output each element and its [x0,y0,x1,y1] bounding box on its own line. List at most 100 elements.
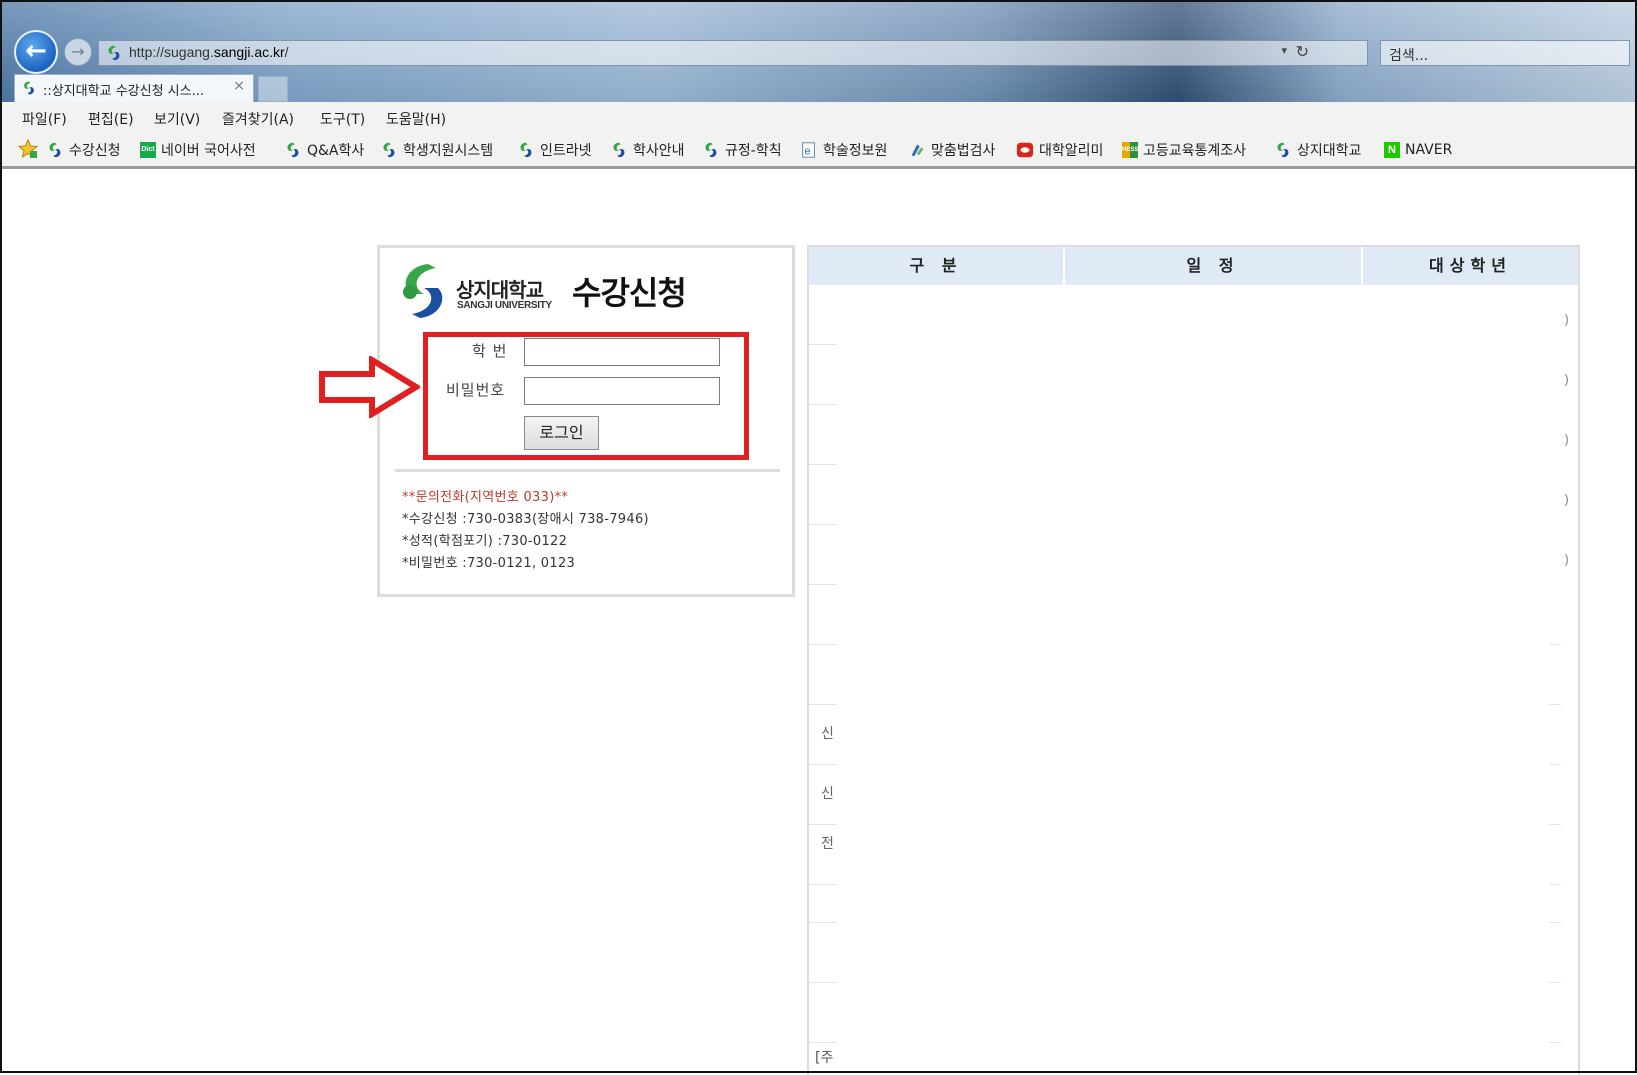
student-id-input[interactable] [524,338,720,366]
sangji-logo-icon [287,142,299,158]
menu-file[interactable]: 파일(F) [22,109,67,129]
row-paren: ) [1564,313,1570,328]
contact-line-grades: *성적(학점포기) :730-0122 [402,534,568,549]
menu-view[interactable]: 보기(V) [154,109,200,129]
favorite-regulations[interactable]: 규정-학칙 [702,140,782,160]
menu-edit[interactable]: 편집(E) [88,109,134,129]
schedule-table-header: 구 분 일 정 대상학년 [809,247,1578,285]
sangji-logo-icon [520,142,532,158]
sangji-logo-icon [613,142,625,158]
close-tab-icon[interactable]: × [233,78,245,94]
sangji-logo-icon [705,142,717,158]
menu-bar: 파일(F) 편집(E) 보기(V) 즐겨찾기(A) 도구(T) 도움말(H) [2,102,1635,132]
red-arrow-icon [319,356,420,418]
search-box[interactable]: 검색... [1380,40,1630,66]
row-divider [1549,982,1561,983]
address-bar[interactable]: http://sugang.sangji.ac.kr/ ▾ ↻ [98,40,1368,66]
row-divider [809,704,837,705]
row-divider [809,1042,837,1043]
sangji-logo-icon [1277,142,1289,158]
favorite-sangji-univ[interactable]: 상지대학교 [1274,140,1361,160]
site-favicon-icon [108,45,120,61]
row-divider [809,922,837,923]
contact-line-password: *비밀번호 :730-0121, 0123 [402,556,576,571]
row-divider [809,764,837,765]
row-divider [1549,644,1561,645]
favorite-naver[interactable]: N NAVER [1384,140,1452,160]
contact-line-registration: *수강신청 :730-0383(장애시 738-7946) [402,512,649,527]
column-header-schedule: 일 정 [1063,247,1361,285]
forward-button[interactable]: → [64,38,92,66]
row-divider [809,982,837,983]
favorite-naver-dict[interactable]: Dict 네이버 국어사전 [140,140,256,160]
sangji-logo-icon [403,264,443,318]
row-paren: ) [1564,553,1570,568]
spellcheck-icon [911,144,924,157]
row-divider [809,824,837,825]
menu-tools[interactable]: 도구(T) [320,109,365,129]
login-button[interactable]: 로그인 [524,416,599,450]
row-divider [809,644,837,645]
student-id-label: 학 번 [472,342,508,360]
naver-icon: N [1384,142,1400,158]
new-tab-button[interactable] [258,76,288,102]
column-header-category: 구 분 [909,256,963,275]
dict-icon: Dict [140,142,156,158]
row-divider [809,404,837,405]
row-divider [1549,704,1561,705]
browser-toolbar: ← → http://sugang.sangji.ac.kr/ ▾ ↻ 검색..… [2,2,1635,102]
menu-help[interactable]: 도움말(H) [386,109,446,129]
system-title: 수강신청 [572,274,687,312]
notice-fragment: [주 [815,1050,834,1066]
favorite-qna[interactable]: Q&A학사 [284,140,364,160]
row-fragment: 신 [821,786,834,802]
login-panel: 상지대학교 SANGJI UNIVERSITY 수강신청 학 번 비밀번호 로그… [377,245,795,597]
row-paren: ) [1564,493,1570,508]
row-divider [809,344,837,345]
browser-tab[interactable]: ::상지대학교 수강신청 시스... × [14,74,254,102]
row-divider [809,584,837,585]
favorite-academic-guide[interactable]: 학사안내 [610,140,685,160]
row-fragment: 전 [821,836,834,852]
row-divider [809,524,837,525]
column-header-target-grade: 대상학년 [1361,247,1578,285]
row-paren: ) [1564,373,1570,388]
favorite-sugang[interactable]: 수강신청 [46,140,121,160]
schedule-table: 구 분 일 정 대상학년 ) ) ) ) ) 신 신 전 [주 [807,245,1580,1075]
row-divider [1549,824,1561,825]
password-input[interactable] [524,377,720,405]
back-button[interactable]: ← [14,30,58,74]
back-arrow-icon: ← [25,36,47,66]
password-label: 비밀번호 [446,381,506,399]
favorite-intranet[interactable]: 인트라넷 [517,140,592,160]
row-divider [1549,1042,1561,1043]
address-dropdown-icon[interactable]: ▾ [1281,44,1287,57]
forward-arrow-icon: → [71,42,85,61]
university-name-en: SANGJI UNIVERSITY [457,300,552,311]
row-divider [1549,922,1561,923]
red-oval-icon [1016,142,1034,158]
site-favicon-icon [24,81,34,95]
favorites-star-icon[interactable] [18,139,38,159]
address-url: http://sugang.sangji.ac.kr/ [129,44,289,60]
row-divider [1549,764,1561,765]
ie-page-icon: e [802,142,815,158]
row-divider [809,884,837,885]
refresh-icon[interactable]: ↻ [1296,42,1309,61]
row-fragment: 신 [821,726,834,742]
favorite-spellcheck[interactable]: 맞춤법검사 [908,140,995,160]
divider [395,469,780,472]
svg-text:e: e [805,146,811,158]
menu-favorites[interactable]: 즐겨찾기(A) [222,109,294,129]
university-name: 상지대학교 [456,278,544,302]
sangji-logo-icon [383,142,395,158]
sangji-logo-icon [49,142,61,158]
favorite-univ-alimi[interactable]: 대학알리미 [1016,140,1103,160]
tab-title: ::상지대학교 수강신청 시스... [43,84,204,99]
search-placeholder: 검색... [1389,48,1429,64]
row-divider [1549,884,1561,885]
favorite-student-support[interactable]: 학생지원시스템 [380,140,493,160]
stats-icon: HESS [1122,142,1138,158]
favorite-higher-edu-stats[interactable]: HESS 고등교육통계조사 [1122,140,1246,160]
favorite-library[interactable]: e 학술정보원 [800,140,887,160]
